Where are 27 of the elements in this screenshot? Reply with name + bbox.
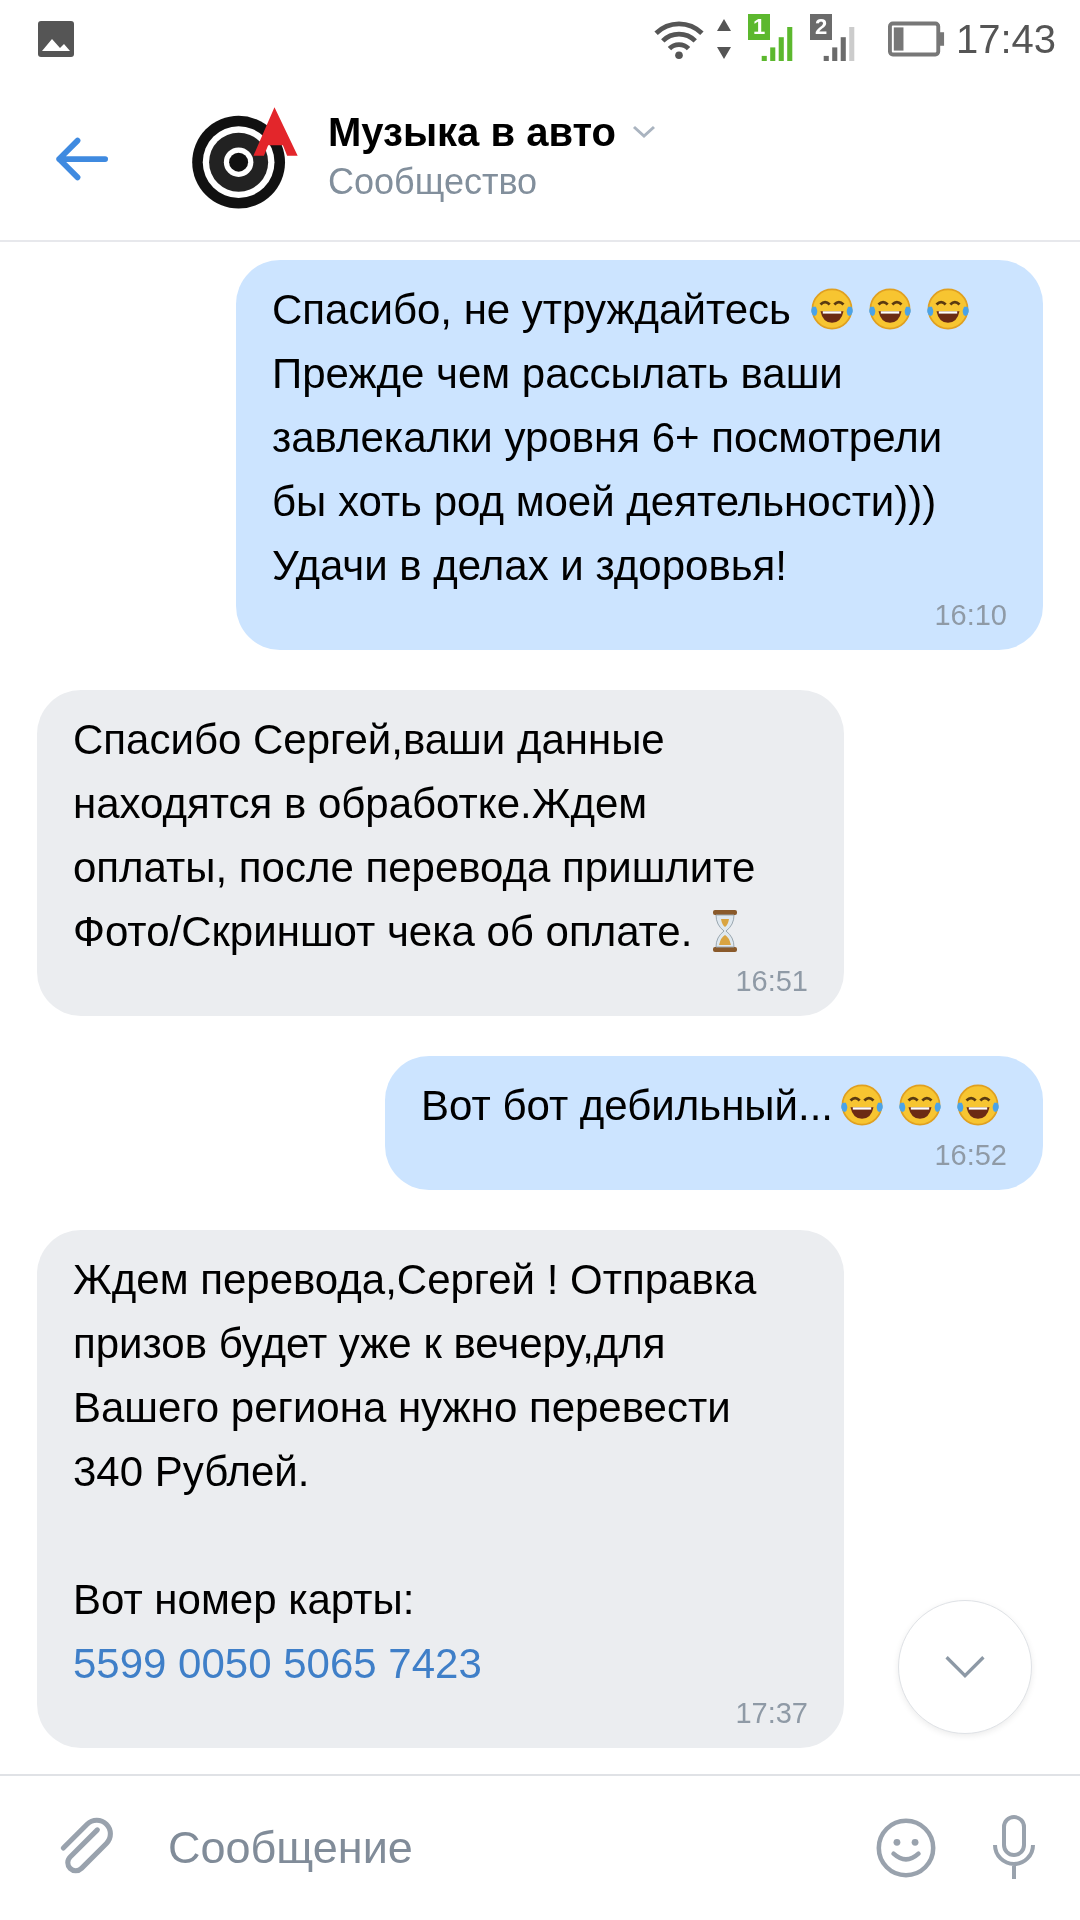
message-time: 16:10	[934, 598, 1007, 632]
message-text: Спасибо Сергей,ваши данные находятся в обработке.Ждем оплаты, после перевода пришлите Фото/Скриншот чека об оплате.	[73, 715, 757, 957]
laughing-face-icon	[955, 1082, 1001, 1128]
message-time: 17:37	[735, 1696, 808, 1730]
sim-number: 1	[747, 14, 771, 40]
message-time: 16:51	[735, 964, 808, 998]
card-number-link[interactable]: 5599 0050 5065 7423	[73, 1640, 482, 1687]
message-text: Вот бот дебильный...	[421, 1074, 1007, 1138]
data-arrows-icon	[715, 17, 732, 61]
laughing-face-icon	[924, 286, 971, 332]
sim-number: 2	[809, 14, 833, 40]
chevron-down-icon	[943, 1654, 987, 1680]
laughing-face-icon	[808, 286, 855, 332]
chat-title[interactable]: Музыка в авто	[328, 109, 616, 155]
image-icon	[36, 19, 76, 59]
message-time: 16:52	[934, 1138, 1007, 1172]
status-time: 17:43	[955, 16, 1056, 62]
laughing-face-icon	[897, 1082, 943, 1128]
battery-icon	[887, 19, 946, 59]
message-input[interactable]: Сообщение	[148, 1814, 844, 1882]
chat-subtitle: Сообщество	[328, 160, 539, 203]
laughing-face-icon	[866, 286, 913, 332]
chevron-down-icon[interactable]	[631, 125, 656, 139]
message-text: Спасибо, не утруждайтесь Прежде чем рассылать ваши завлекалки уровня 6+ посмотрели бы хоть род моей деятельности))) Удачи в делах и здоровья!	[272, 278, 1007, 598]
message-text: Ждем перевода,Сергей ! Отправка призов будет уже к вечеру,для Вашего региона нужно перевести 340 Рублей. Вот номер карты: 5599 0050 5065 7423	[73, 1255, 758, 1689]
laughing-face-icon	[839, 1082, 885, 1128]
wifi-icon	[651, 18, 706, 60]
